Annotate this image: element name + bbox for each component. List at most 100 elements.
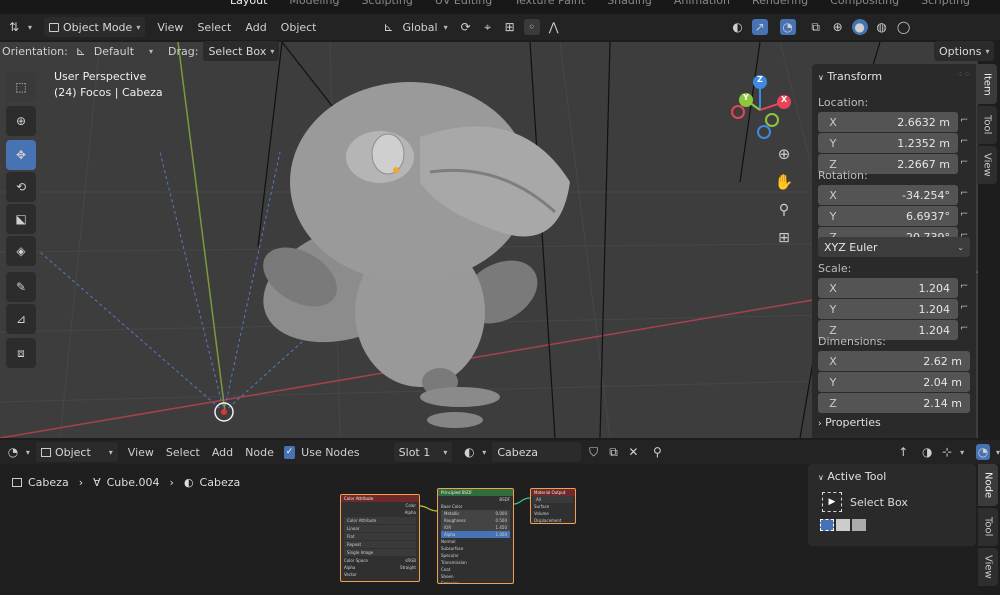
lock-icon[interactable]: ⌐ [960, 302, 968, 313]
properties-header[interactable]: › Properties [818, 416, 881, 429]
visibility-icon[interactable]: ◐ [730, 19, 746, 35]
mode-subtract-icon[interactable] [852, 519, 866, 531]
workspace-tab-8[interactable]: Compositing [830, 0, 899, 7]
node-socket-row[interactable]: Specular [438, 552, 513, 559]
annotate-tool[interactable]: ✎ [6, 272, 36, 302]
node-image-field[interactable]: Color Attribute [344, 517, 416, 524]
shading-material-icon[interactable]: ◍ [874, 19, 890, 35]
shading-solid-icon[interactable]: ● [851, 19, 868, 35]
select-box-tool[interactable]: ⬚ [6, 72, 36, 102]
workspace-tab-6[interactable]: Animation [674, 0, 730, 7]
tab-view[interactable]: View [977, 146, 997, 184]
node-socket-row[interactable]: Alpha 1.000 [441, 531, 510, 538]
node-socket-row[interactable]: Metallic 0.000 [441, 510, 510, 517]
material-name-field[interactable]: Cabeza [492, 442, 581, 462]
workspace-tab-0[interactable]: Layout [230, 0, 267, 7]
editor-type-icon[interactable]: ◔ [6, 444, 20, 460]
scale-tool[interactable]: ⬕ [6, 204, 36, 234]
lock-icon[interactable]: ⌐ [960, 115, 968, 126]
node-socket-row[interactable]: Emission [438, 580, 513, 583]
node-color-attribute[interactable]: Color Attribute Color Alpha Color Attrib… [340, 494, 420, 582]
dimensions-z-field[interactable]: Z 2.14 m [818, 393, 970, 413]
location-y-field[interactable]: Y 1.2352 m [818, 133, 958, 153]
cursor-tool[interactable]: ⊕ [6, 106, 36, 136]
transform-tool[interactable]: ◈ [6, 236, 36, 266]
menu-select[interactable]: Select [197, 21, 231, 34]
rotation-x-field[interactable]: X -34.254° [818, 185, 958, 205]
node-socket-row[interactable]: Displacement [531, 517, 575, 523]
mode-set-icon[interactable] [820, 519, 834, 531]
node-snap-target-icon[interactable]: ⊹ [940, 444, 954, 460]
node-menu-view[interactable]: View [128, 446, 154, 459]
object-type-selector[interactable]: Object ▾ [35, 442, 118, 462]
node-socket-row[interactable]: Transmission [438, 559, 513, 566]
node-socket-row[interactable]: Roughness 0.500 [441, 517, 510, 524]
node-socket-row[interactable]: Repeat [344, 541, 416, 548]
lock-icon[interactable]: ⌐ [960, 188, 968, 199]
lock-icon[interactable]: ⌐ [960, 323, 968, 334]
camera-icon[interactable]: ⚲ [776, 202, 792, 218]
slot-selector[interactable]: Slot 1 ▾ [393, 442, 453, 462]
lock-icon[interactable]: ⌐ [960, 136, 968, 147]
falloff-icon[interactable]: ⋀ [546, 19, 562, 35]
workspace-tab-5[interactable]: Shading [607, 0, 652, 7]
select-box-tool-indicator[interactable]: ▶ [822, 492, 842, 512]
pan-hand-icon[interactable]: ✋ [775, 173, 794, 191]
node-socket-row[interactable]: Subsurface [438, 545, 513, 552]
rotate-tool[interactable]: ⟲ [6, 172, 36, 202]
editor-type-icon[interactable]: ⇅ [6, 19, 22, 35]
active-tool-header[interactable]: ∨ Active Tool [818, 470, 886, 483]
node-principled-bsdf[interactable]: Principled BSDF BSDF Base Color Metallic 0… [437, 488, 514, 584]
shading-rendered-icon[interactable]: ◯ [896, 19, 912, 35]
workspace-tab-4[interactable]: Texture Paint [514, 0, 585, 7]
transform-header[interactable]: ∨ Transform [818, 70, 882, 83]
snap-icon[interactable]: ⌖ [480, 19, 496, 35]
node-socket-row[interactable]: IOR 1.450 [441, 524, 510, 531]
tab-tool[interactable]: Tool [977, 106, 997, 144]
node-socket-row[interactable]: Coat [438, 566, 513, 573]
snap-increment-icon[interactable]: ⊞ [502, 19, 518, 35]
scale-x-field[interactable]: X 1.204 [818, 278, 958, 298]
rotation-y-field[interactable]: Y 6.6937° [818, 206, 958, 226]
gizmo-toggle-icon[interactable]: ↗ [751, 19, 768, 35]
proportional-edit-icon[interactable]: ◦ [523, 19, 540, 35]
dimensions-x-field[interactable]: X 2.62 m [818, 351, 970, 371]
node-socket-row[interactable]: Base Color [438, 503, 513, 510]
workspace-tab-3[interactable]: UV Editing [435, 0, 492, 7]
transform-orientation-selector[interactable]: Global [403, 21, 438, 34]
tab-node[interactable]: Node [978, 464, 998, 506]
lock-icon[interactable]: ⌐ [960, 209, 968, 220]
zoom-icon[interactable]: ⊕ [776, 145, 792, 163]
xray-toggle-icon[interactable]: ⧉ [808, 19, 824, 35]
node-menu-add[interactable]: Add [212, 446, 233, 459]
menu-add[interactable]: Add [245, 21, 266, 34]
fake-user-icon[interactable]: ⛉ [587, 444, 601, 460]
location-x-field[interactable]: X 2.6632 m [818, 112, 958, 132]
node-material-output[interactable]: Material Output All Surface Volume Displac… [530, 488, 576, 524]
drag-selector[interactable]: Select Box ▾ [203, 41, 280, 61]
menu-view[interactable]: View [157, 21, 183, 34]
unlink-icon[interactable]: ✕ [626, 444, 640, 460]
node-overlay-icon[interactable]: ◔ [976, 444, 990, 460]
panel-drag-handle[interactable]: ⁘⁘ [957, 70, 970, 79]
workspace-tab-2[interactable]: Sculpting [361, 0, 412, 7]
workspace-tab-9[interactable]: Scripting [921, 0, 970, 7]
snap-node-icon[interactable]: ◑ [920, 444, 934, 460]
lock-icon[interactable]: ⌐ [960, 281, 968, 292]
tab-node-view[interactable]: View [978, 548, 998, 586]
measure-tool[interactable]: ⊿ [6, 304, 36, 334]
node-socket-row[interactable]: Single Image [344, 549, 416, 556]
node-menu-select[interactable]: Select [166, 446, 200, 459]
node-menu-node[interactable]: Node [245, 446, 274, 459]
shading-wireframe-icon[interactable]: ⊕ [830, 19, 846, 35]
tab-node-tool[interactable]: Tool [978, 508, 998, 546]
add-cube-tool[interactable]: ⧈ [6, 338, 36, 368]
menu-object[interactable]: Object [281, 21, 317, 34]
mode-extend-icon[interactable] [836, 519, 850, 531]
dimensions-y-field[interactable]: Y 2.04 m [818, 372, 970, 392]
node-output-target[interactable]: All [533, 496, 573, 503]
tab-item[interactable]: Item [977, 64, 997, 104]
overlay-toggle-icon[interactable]: ◔ [779, 19, 796, 35]
node-socket-row[interactable]: Flat [344, 533, 416, 540]
workspace-tab-1[interactable]: Modeling [289, 0, 339, 7]
